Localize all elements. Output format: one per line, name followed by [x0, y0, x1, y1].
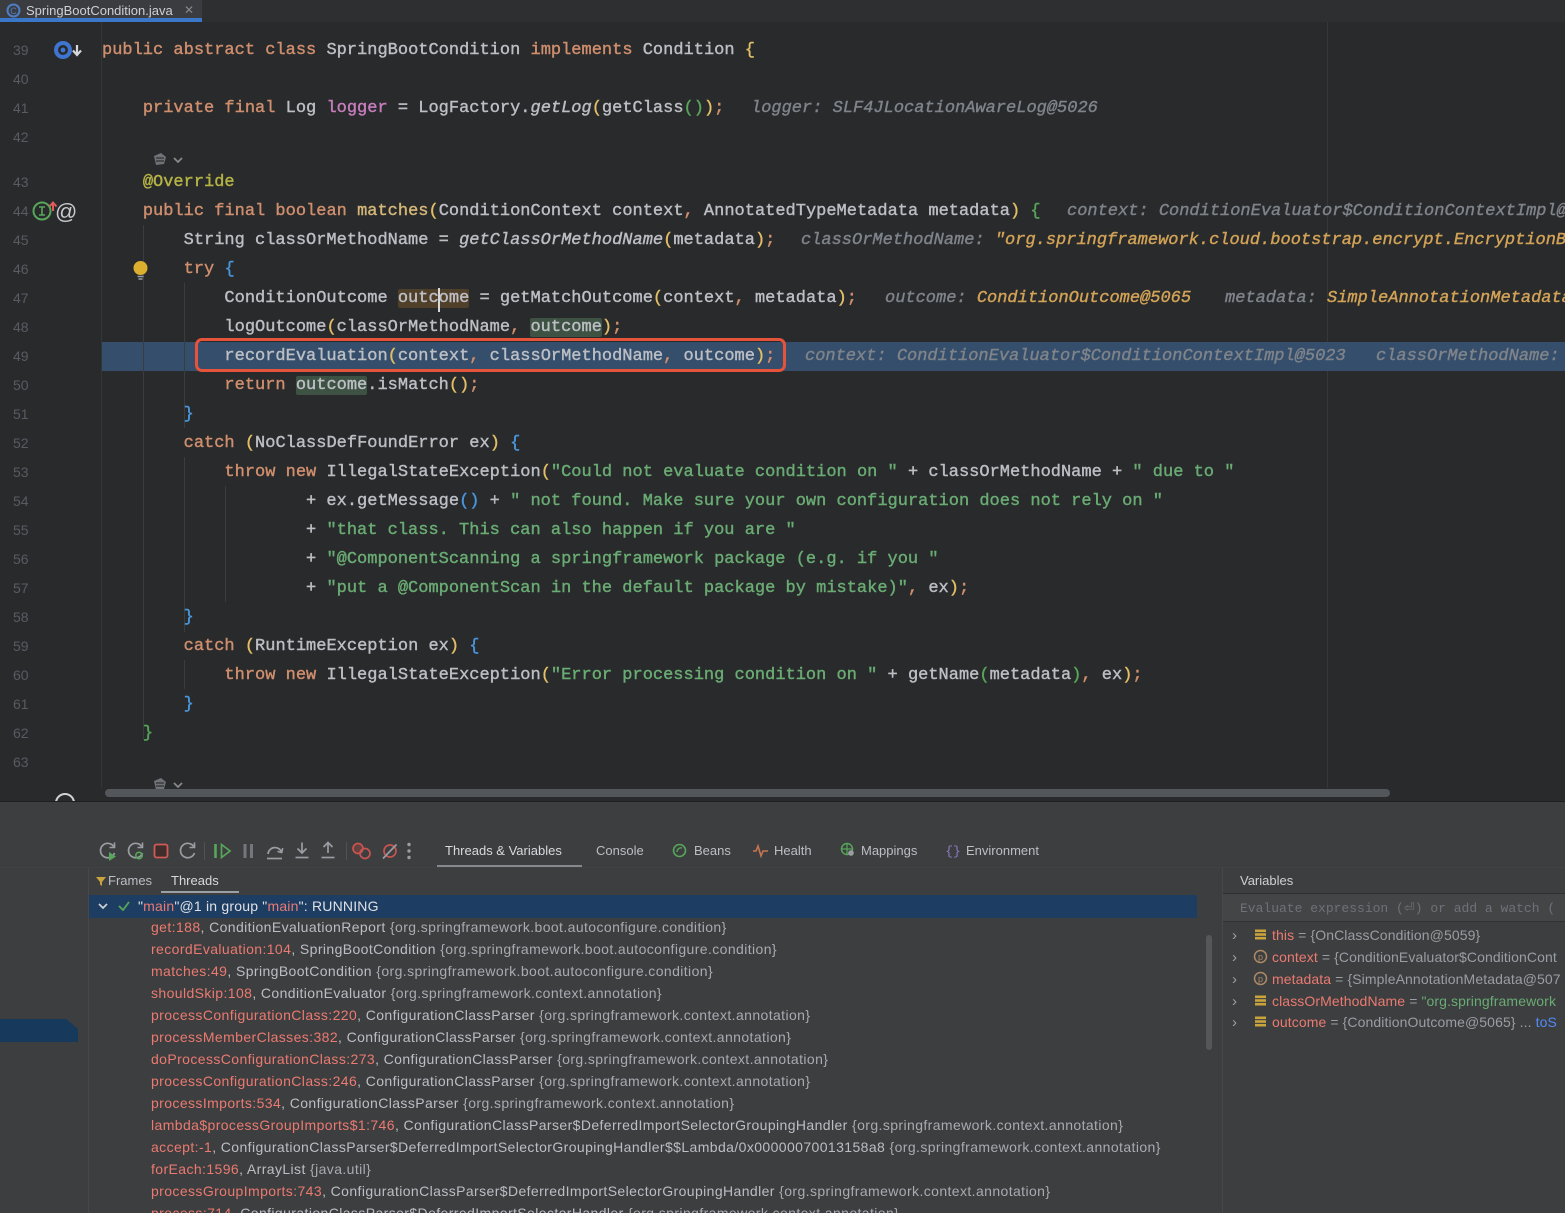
svg-text:p: p: [1258, 974, 1263, 984]
svg-text:p: p: [1258, 952, 1263, 962]
svg-text:{}: {}: [946, 844, 960, 858]
svg-text:C: C: [10, 6, 17, 16]
